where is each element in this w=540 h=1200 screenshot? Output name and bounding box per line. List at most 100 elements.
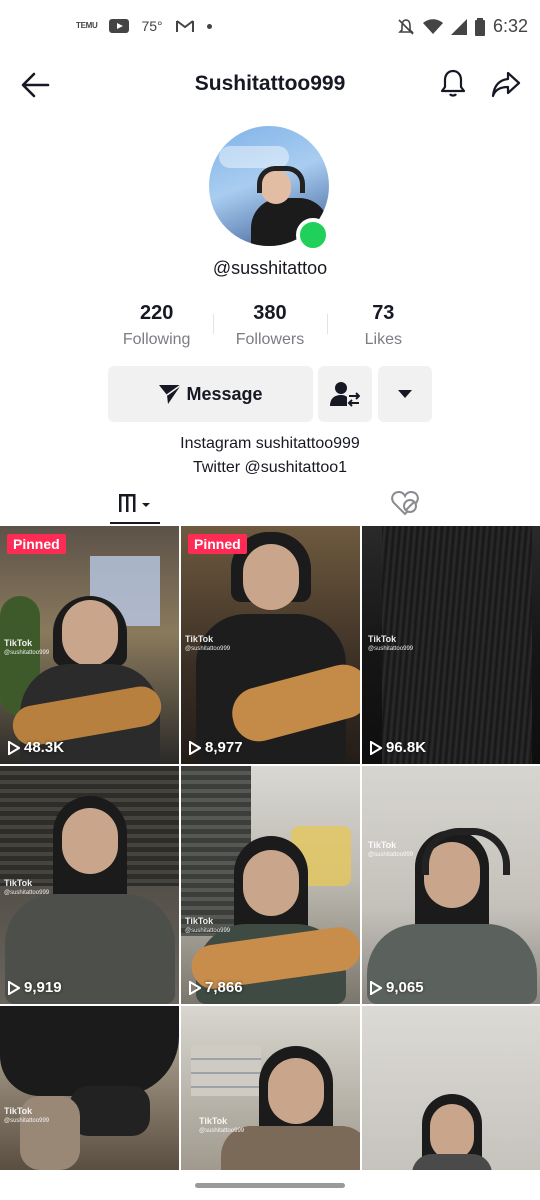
- video-thumbnail[interactable]: Pinned TikTok @sushitattoo999 48.3K: [0, 526, 179, 764]
- pinned-badge: Pinned: [7, 534, 66, 554]
- view-count: 48.3K: [8, 739, 64, 756]
- tiktok-watermark: TikTok @sushitattoo999: [185, 916, 230, 936]
- share-arrow-icon[interactable]: [490, 68, 522, 100]
- caret-down-icon: [398, 390, 412, 398]
- view-count-value: 96.8K: [386, 739, 427, 756]
- video-thumbnail[interactable]: TikTok @sushitattoo999 9,065: [362, 766, 540, 1004]
- home-indicator[interactable]: [195, 1183, 345, 1188]
- message-button-label: Message: [186, 383, 263, 404]
- thumbnail-face: [242, 544, 299, 610]
- video-thumbnail[interactable]: [362, 1006, 540, 1170]
- more-notifications-dot: [206, 23, 212, 29]
- temu-notification-icon: TEMU: [76, 21, 98, 30]
- thumbnail-shelf: [191, 1046, 261, 1096]
- watermark-user: @sushitattoo999: [4, 1118, 50, 1124]
- view-count: 8,977: [189, 739, 243, 756]
- youtube-notification-icon: [109, 19, 130, 33]
- avatar-cloud: [219, 146, 289, 168]
- video-thumbnail[interactable]: TikTok @sushitattoo999 9,919: [0, 766, 179, 1004]
- view-count-value: 48.3K: [24, 739, 65, 756]
- watermark-user: @sushitattoo999: [185, 646, 231, 652]
- tiktok-watermark: TikTok @sushitattoo999: [185, 634, 230, 654]
- watermark-user: @sushitattoo999: [4, 890, 50, 896]
- stat-likes[interactable]: 73 Likes: [326, 302, 440, 349]
- video-grid: Pinned TikTok @sushitattoo999 48.3K Pinne…: [0, 526, 540, 1170]
- view-count: 9,065: [370, 979, 424, 996]
- stat-label: Following: [122, 331, 191, 348]
- profile-tabs: [0, 484, 540, 524]
- wifi-icon: [422, 18, 443, 34]
- watermark-user: @sushitattoo999: [199, 1128, 245, 1134]
- stat-value: 73: [372, 302, 395, 324]
- stat-label: Likes: [364, 331, 402, 348]
- videos-grid-icon: [119, 494, 150, 512]
- watermark-brand: TikTok: [199, 1116, 228, 1126]
- play-icon: [370, 980, 382, 995]
- watermark-brand: TikTok: [185, 634, 214, 644]
- friends-button[interactable]: [318, 366, 372, 422]
- video-thumbnail[interactable]: Pinned TikTok @sushitattoo999 8,977: [181, 526, 360, 764]
- bio-line: Twitter @sushitattoo1: [192, 459, 348, 476]
- view-count-value: 8,977: [205, 739, 243, 756]
- status-time: 6:32: [492, 16, 528, 36]
- watermark-brand: TikTok: [4, 878, 33, 888]
- status-bar-notifications: TEMU 75°: [76, 18, 212, 34]
- thumbnail-mask: [70, 1086, 150, 1136]
- gmail-notification-icon: [175, 20, 194, 32]
- profile-handle: @susshitattoo: [212, 258, 328, 278]
- tiktok-watermark: TikTok @sushitattoo999: [4, 1106, 49, 1126]
- send-icon: [159, 384, 182, 404]
- stat-value: 380: [253, 302, 287, 324]
- thumbnail-face: [61, 808, 118, 874]
- stat-value: 220: [139, 302, 174, 324]
- pinned-badge: Pinned: [188, 534, 247, 554]
- video-thumbnail[interactable]: TikTok @sushitattoo999 7,866: [181, 766, 360, 1004]
- video-thumbnail[interactable]: TikTok @sushitattoo999: [0, 1006, 179, 1170]
- watermark-brand: TikTok: [185, 916, 214, 926]
- play-icon: [189, 980, 201, 995]
- watermark-user: @sushitattoo999: [4, 650, 50, 656]
- tiktok-watermark: TikTok @sushitattoo999: [199, 1116, 244, 1136]
- play-icon: [189, 740, 201, 755]
- stat-divider: [213, 314, 215, 334]
- do-not-disturb-off-icon: [398, 18, 414, 35]
- profile-bio: Instagram sushitattoo999 Twitter @sushit…: [0, 432, 540, 480]
- status-bar-system: 6:32: [397, 16, 528, 37]
- view-count-value: 7,866: [205, 979, 243, 996]
- tiktok-watermark: TikTok @sushitattoo999: [4, 638, 49, 658]
- user-swap-icon: [330, 382, 360, 407]
- watermark-user: @sushitattoo999: [368, 646, 414, 652]
- profile-header: Sushitattoo999: [0, 58, 540, 110]
- bell-icon[interactable]: [438, 68, 468, 98]
- play-icon: [8, 980, 20, 995]
- tiktok-watermark: TikTok @sushitattoo999: [368, 840, 413, 860]
- tab-videos[interactable]: [110, 484, 160, 524]
- weather-temperature: 75°: [141, 18, 163, 34]
- stat-label: Followers: [235, 331, 305, 348]
- view-count: 7,866: [189, 979, 243, 996]
- status-bar: TEMU 75° 6:32: [0, 0, 540, 58]
- stat-divider: [326, 314, 328, 334]
- view-count-value: 9,065: [386, 979, 424, 996]
- more-options-button[interactable]: [378, 366, 432, 422]
- thumbnail-face: [268, 1058, 324, 1124]
- video-thumbnail[interactable]: TikTok @sushitattoo999: [181, 1006, 360, 1170]
- tiktok-watermark: TikTok @sushitattoo999: [4, 878, 49, 898]
- thumbnail-face: [242, 850, 299, 916]
- watermark-brand: TikTok: [368, 634, 397, 644]
- thumbnail-hair: [0, 1006, 179, 1096]
- thumbnail-face: [429, 1104, 474, 1160]
- play-icon: [370, 740, 382, 755]
- stat-following[interactable]: 220 Following: [100, 302, 213, 349]
- liked-hidden-icon[interactable]: [390, 488, 420, 518]
- video-thumbnail[interactable]: TikTok @sushitattoo999 96.8K: [362, 526, 540, 764]
- watermark-brand: TikTok: [4, 638, 33, 648]
- active-tab-indicator: [110, 522, 160, 524]
- play-icon: [8, 740, 20, 755]
- watermark-user: @sushitattoo999: [185, 928, 231, 934]
- thumbnail-face: [61, 600, 118, 666]
- stat-followers[interactable]: 380 Followers: [213, 302, 326, 349]
- bio-line: Instagram sushitattoo999: [180, 435, 360, 452]
- message-button[interactable]: Message: [108, 366, 313, 422]
- cell-signal-icon: [450, 18, 467, 35]
